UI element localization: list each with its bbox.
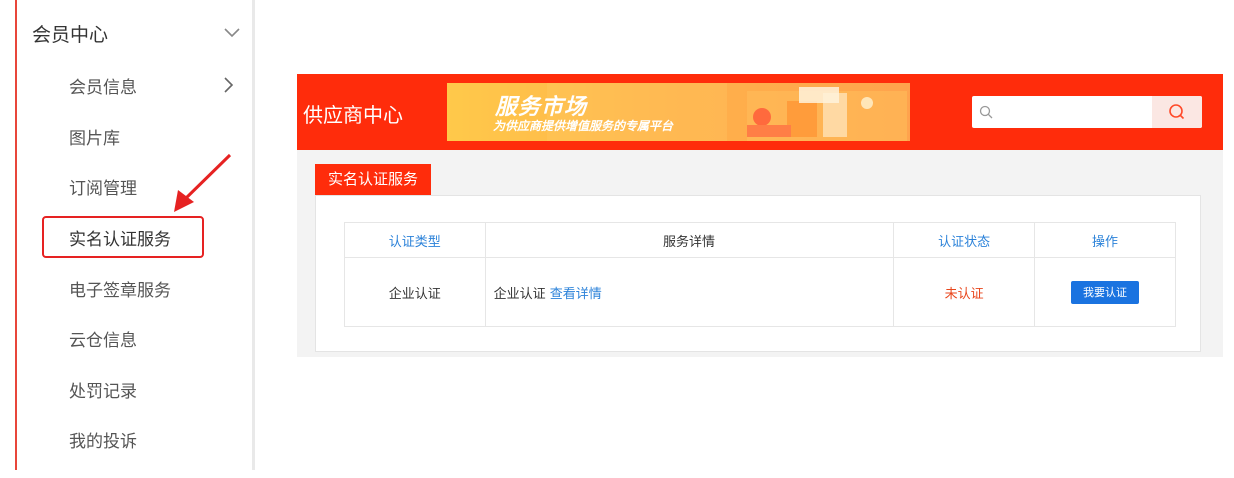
sidebar-item-label: 电子签章服务 [69, 280, 171, 301]
cell-auth-status: 未认证 [893, 257, 1035, 327]
sidebar-item-penalty-records[interactable]: 处罚记录 [69, 373, 239, 405]
supplier-center-title: 供应商中心 [303, 103, 403, 127]
table-header-row: 认证类型 服务详情 认证状态 操作 [344, 222, 1177, 258]
sidebar-item-label: 处罚记录 [69, 381, 137, 402]
banner-subtitle: 为供应商提供增值服务的专属平台 [493, 119, 674, 133]
search-button-icon [1169, 104, 1185, 120]
sidebar-item-e-signature[interactable]: 电子签章服务 [69, 272, 239, 304]
cell-actions: 我要认证 [1033, 257, 1177, 327]
sidebar-item-label: 图片库 [69, 128, 120, 149]
table-row: 企业认证 企业认证 查看详情 未认证 我要认证 [344, 257, 1177, 327]
sidebar-item-my-complaints[interactable]: 我的投诉 [69, 423, 239, 455]
sidebar-item-label: 我的投诉 [69, 431, 137, 452]
detail-text: 企业认证 [493, 286, 546, 302]
column-header-auth-type: 认证类型 [344, 222, 486, 258]
search-icon [979, 104, 993, 123]
sidebar-item-member-info[interactable]: 会员信息 [69, 69, 239, 101]
column-header-auth-status: 认证状态 [893, 222, 1035, 258]
cell-service-details: 企业认证 查看详情 [484, 257, 895, 327]
sidebar: 会员中心 会员信息 图片库 订阅管理 实名认证服务 电子签章服务 云仓信息 处罚… [0, 0, 255, 470]
content-area: 实名认证服务 认证类型 服务详情 认证状态 操作 企业认证 企业认证 查看详情 [297, 150, 1223, 357]
auth-panel: 认证类型 服务详情 认证状态 操作 企业认证 企业认证 查看详情 未认证 我要认… [315, 195, 1201, 352]
service-market-banner[interactable]: 服务市场 为供应商提供增值服务的专属平台 [447, 83, 910, 141]
menu-header-label: 会员中心 [32, 23, 109, 46]
sidebar-item-label: 订阅管理 [69, 178, 137, 199]
sidebar-accent-line [15, 0, 17, 470]
cell-auth-type: 企业认证 [344, 257, 486, 327]
sidebar-item-label: 云仓信息 [69, 330, 137, 351]
search-input[interactable] [996, 100, 1150, 126]
column-header-actions: 操作 [1033, 222, 1177, 258]
tab-real-name-auth[interactable]: 实名认证服务 [315, 164, 432, 195]
sidebar-item-image-library[interactable]: 图片库 [69, 120, 239, 152]
column-header-service-details: 服务详情 [484, 222, 895, 258]
menu-header-member-center[interactable]: 会员中心 [32, 18, 242, 48]
annotation-arrow-icon [174, 153, 232, 212]
chevron-right-icon [219, 75, 239, 95]
sidebar-divider [252, 0, 255, 470]
chevron-down-icon[interactable] [222, 23, 242, 43]
search-box [972, 96, 1202, 128]
auth-table: 认证类型 服务详情 认证状态 操作 企业认证 企业认证 查看详情 未认证 我要认… [344, 222, 1177, 327]
search-button[interactable] [1152, 96, 1202, 128]
view-details-link[interactable]: 查看详情 [550, 287, 602, 302]
sidebar-item-label: 会员信息 [69, 77, 137, 98]
sidebar-item-cloud-warehouse[interactable]: 云仓信息 [69, 322, 239, 354]
supplier-header: 供应商中心 服务市场 为供应商提供增值服务的专属平台 [297, 74, 1223, 150]
apply-auth-button[interactable]: 我要认证 [1070, 280, 1139, 304]
annotation-highlight-box [42, 216, 204, 258]
